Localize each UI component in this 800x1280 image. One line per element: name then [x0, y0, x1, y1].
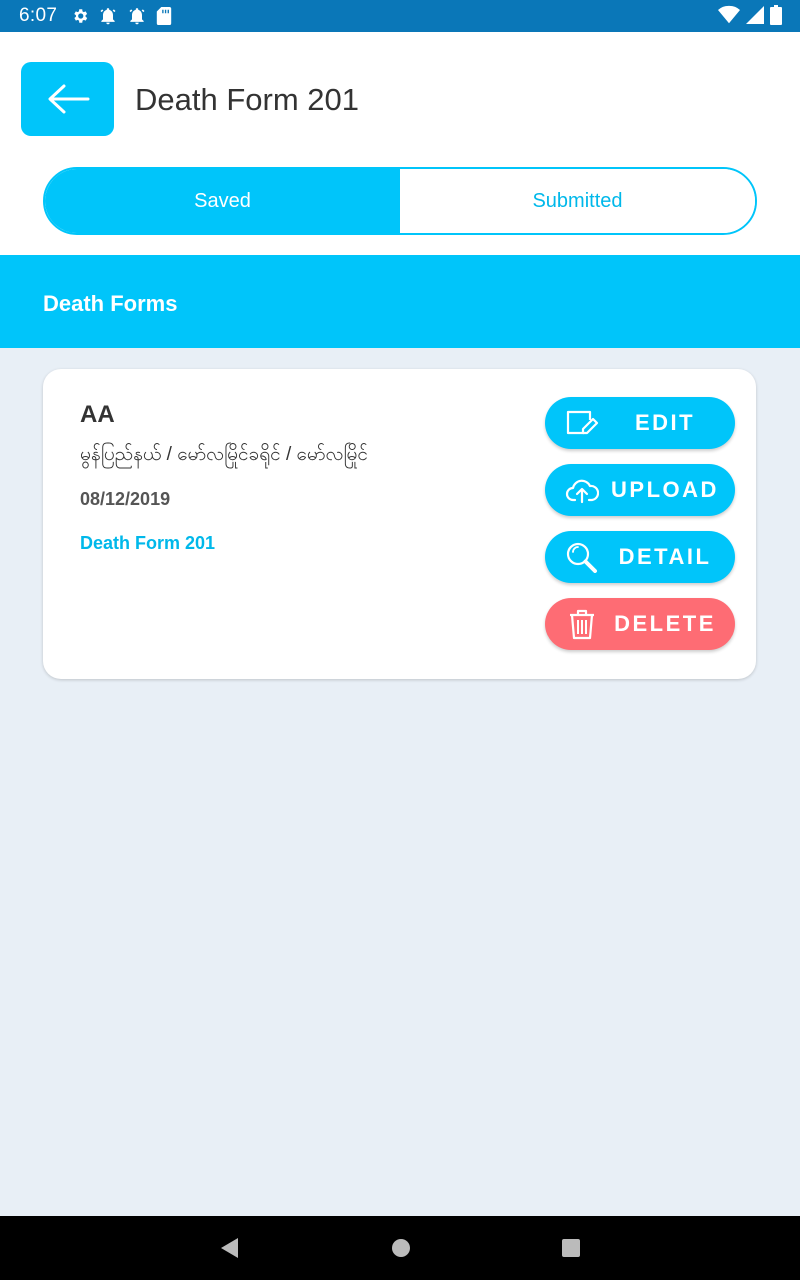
- back-button[interactable]: [21, 62, 114, 136]
- page-title: Death Form 201: [135, 82, 359, 117]
- wifi-icon: [718, 5, 740, 24]
- alarm-icon: [129, 8, 145, 25]
- status-tabs: Saved Submitted: [43, 167, 757, 235]
- sd-card-icon: [156, 7, 172, 25]
- upload-button[interactable]: UPLOAD: [545, 464, 735, 516]
- app-bar: Death Form 201 Saved Submitted: [0, 32, 800, 255]
- magnifier-icon: [565, 541, 599, 573]
- signal-icon: [746, 6, 764, 24]
- status-time: 6:07: [19, 5, 58, 26]
- delete-button[interactable]: DELETE: [545, 598, 735, 650]
- alarm-icon: [100, 8, 116, 25]
- trash-icon: [565, 608, 599, 640]
- status-bar: 6:07: [0, 0, 800, 32]
- record-date: 08/12/2019: [80, 489, 171, 509]
- home-circle-icon[interactable]: [390, 1236, 412, 1260]
- record-form-name: Death Form 201: [80, 533, 216, 553]
- gear-icon: [74, 9, 88, 23]
- record-name: AA: [80, 401, 115, 428]
- detail-button[interactable]: DETAIL: [545, 531, 735, 583]
- record-address: မွန်ပြည်နယ် / မော်လမြိုင်ခရိုင် / မော်လမ…: [80, 444, 368, 465]
- recents-square-icon[interactable]: [560, 1236, 582, 1260]
- tab-submitted[interactable]: Submitted: [400, 169, 755, 233]
- cloud-upload-icon: [565, 474, 599, 506]
- arrow-left-icon: [48, 84, 89, 114]
- record-card: AA မွန်ပြည်နယ် / မော်လမြိုင်ခရိုင် / မော…: [43, 369, 756, 679]
- upload-label: UPLOAD: [611, 477, 719, 502]
- back-triangle-icon[interactable]: [219, 1236, 239, 1260]
- edit-label: EDIT: [634, 410, 696, 435]
- battery-icon: [770, 5, 782, 25]
- section-header: Death Forms: [0, 255, 800, 348]
- detail-label: DETAIL: [618, 544, 712, 569]
- system-nav-bar: [0, 1216, 800, 1280]
- edit-icon: [565, 407, 599, 439]
- section-title: Death Forms: [43, 291, 178, 316]
- tab-saved[interactable]: Saved: [45, 169, 400, 233]
- delete-label: DELETE: [614, 611, 716, 636]
- edit-button[interactable]: EDIT: [545, 397, 735, 449]
